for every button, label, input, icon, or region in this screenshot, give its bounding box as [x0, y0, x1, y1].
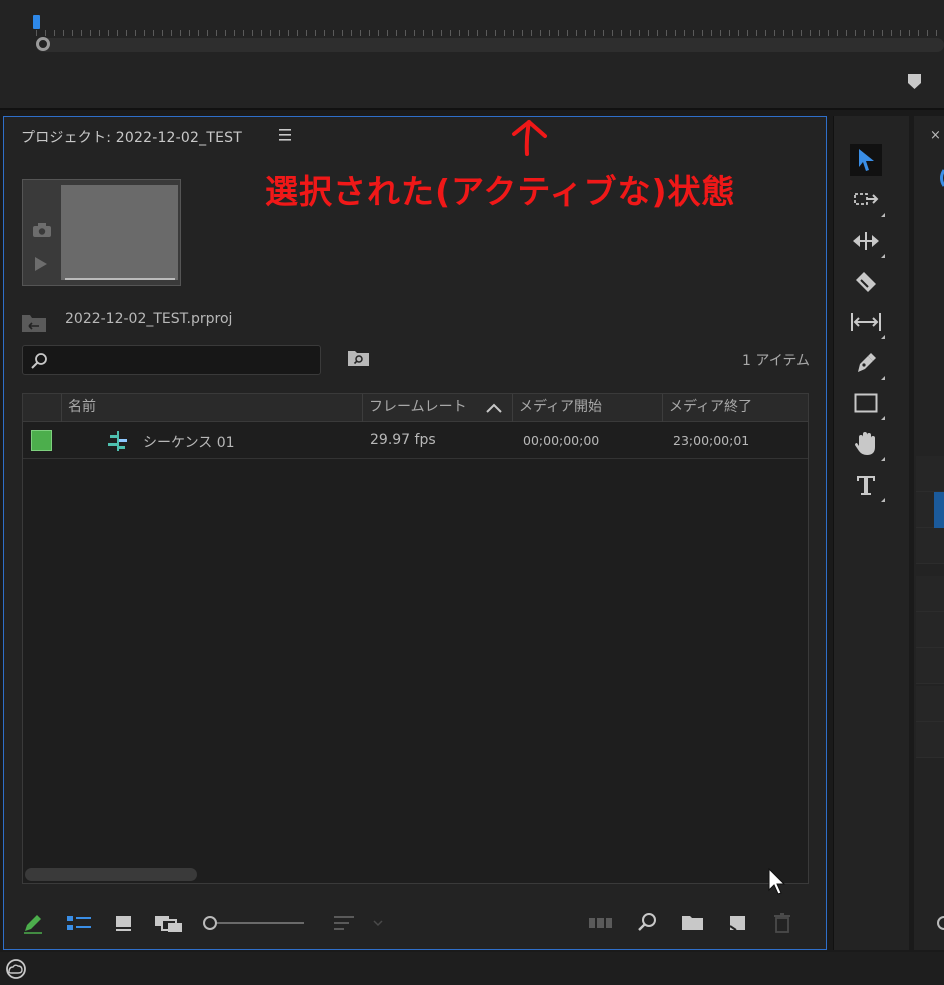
- sequence-icon: [108, 431, 127, 451]
- zoom-slider-track[interactable]: [214, 922, 304, 924]
- play-icon[interactable]: [34, 256, 48, 272]
- item-media-start: 00;00;00;00: [523, 433, 600, 448]
- clear-trash-icon[interactable]: [771, 912, 793, 934]
- list-view-icon[interactable]: [66, 912, 92, 934]
- timeline-panel-icon: [940, 169, 944, 187]
- write-on-icon[interactable]: [22, 912, 44, 934]
- rectangle-tool[interactable]: [850, 387, 885, 420]
- track-row[interactable]: [916, 456, 944, 492]
- rectangle-icon: [854, 393, 878, 413]
- item-name[interactable]: シーケンス 01: [143, 432, 235, 452]
- track-row[interactable]: [916, 576, 944, 612]
- close-tab-icon[interactable]: ×: [930, 128, 941, 143]
- find-icon[interactable]: [636, 912, 658, 934]
- mouse-cursor-icon: [768, 868, 786, 895]
- track-row[interactable]: [916, 722, 944, 758]
- selected-track-indicator: [934, 492, 944, 528]
- item-count: 1 アイテム: [742, 353, 810, 369]
- slip-tool[interactable]: [850, 306, 885, 339]
- table-header: 名前 フレームレート メディア開始 メディア終了: [23, 394, 808, 422]
- playhead[interactable]: [33, 15, 40, 29]
- new-item-icon[interactable]: [727, 912, 749, 934]
- pen-icon: [858, 353, 876, 372]
- slip-icon: [851, 313, 881, 331]
- search-input[interactable]: [51, 350, 311, 370]
- header-media-start[interactable]: メディア開始: [512, 394, 662, 422]
- type-icon: [857, 476, 875, 495]
- item-frame-rate: 29.97 fps: [370, 432, 436, 448]
- new-bin-icon[interactable]: [681, 912, 705, 934]
- track-row[interactable]: [916, 612, 944, 648]
- selection-arrow-icon: [859, 149, 874, 171]
- icon-view-icon[interactable]: [114, 912, 134, 934]
- razor-icon: [856, 272, 876, 292]
- find-in-bin-icon[interactable]: [347, 349, 371, 367]
- freeform-view-icon[interactable]: [154, 912, 184, 934]
- track-row[interactable]: [916, 686, 944, 722]
- track-select-icon: [854, 193, 879, 205]
- thumbnail-frame: [61, 185, 178, 280]
- hand-icon: [855, 432, 875, 455]
- track-row[interactable]: [916, 648, 944, 684]
- timeline-scroll-handle[interactable]: [36, 37, 50, 51]
- poster-frame-camera-icon[interactable]: [32, 222, 52, 238]
- sort-icons-icon[interactable]: [332, 912, 388, 934]
- timeline-strip: [0, 0, 944, 110]
- time-ruler[interactable]: [36, 26, 944, 36]
- project-file-name: 2022-12-02_TEST.prproj: [65, 311, 233, 327]
- thumbnail-scrub-bar[interactable]: [65, 278, 175, 280]
- item-media-end: 23;00;00;01: [673, 433, 750, 448]
- search-field[interactable]: [22, 345, 321, 375]
- header-label-column[interactable]: [23, 394, 61, 422]
- ripple-edit-tool[interactable]: [850, 225, 885, 258]
- zoom-slider-handle[interactable]: [203, 916, 217, 930]
- razor-tool[interactable]: [850, 266, 882, 298]
- panel-menu-icon[interactable]: [279, 129, 293, 141]
- status-bar: [0, 952, 944, 985]
- timeline-scrollbar[interactable]: [36, 38, 944, 52]
- horizontal-scrollbar[interactable]: [25, 868, 197, 881]
- pen-tool[interactable]: [850, 347, 885, 380]
- tools-panel: [833, 116, 909, 950]
- selection-tool[interactable]: [850, 144, 882, 176]
- timeline-zoom-handle-icon[interactable]: [932, 915, 944, 931]
- project-panel[interactable]: プロジェクト: 2022-12-02_TEST 2022-12-02_TEST.…: [3, 116, 827, 950]
- preview-thumbnail: [22, 179, 181, 286]
- track-row[interactable]: [916, 528, 944, 564]
- creative-cloud-icon[interactable]: [4, 959, 28, 979]
- project-folder-icon: [22, 315, 46, 332]
- sort-ascending-icon[interactable]: [486, 403, 502, 413]
- type-tool[interactable]: [850, 469, 885, 502]
- table-row[interactable]: シーケンス 01 29.97 fps 00;00;00;00 23;00;00;…: [23, 422, 808, 459]
- annotation-text: 選択された(アクティブな)状態: [265, 172, 736, 211]
- panel-title[interactable]: プロジェクト: 2022-12-02_TEST: [21, 127, 242, 147]
- header-media-end[interactable]: メディア終了: [662, 394, 810, 422]
- annotation-arrow-icon: [512, 120, 547, 156]
- hand-tool[interactable]: [850, 428, 885, 461]
- ripple-edit-icon: [853, 232, 879, 250]
- marker-icon[interactable]: [908, 74, 921, 89]
- track-select-tool[interactable]: [850, 184, 885, 217]
- automate-to-sequence-icon[interactable]: [588, 912, 614, 934]
- project-items-table[interactable]: 名前 フレームレート メディア開始 メディア終了 シーケンス 01 29.97 …: [22, 393, 809, 884]
- search-icon: [31, 353, 47, 369]
- label-color-swatch[interactable]: [31, 430, 52, 451]
- header-name[interactable]: 名前: [61, 394, 362, 422]
